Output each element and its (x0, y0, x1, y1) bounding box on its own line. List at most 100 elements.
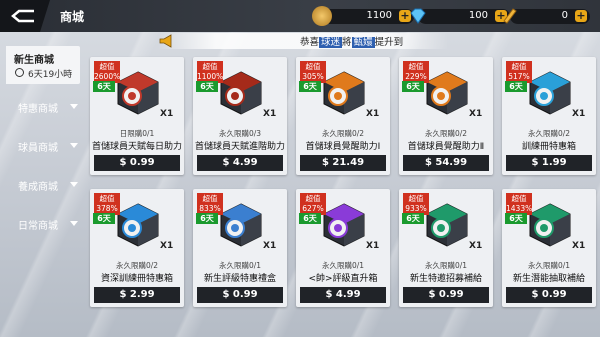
badge-label: 超值 (511, 62, 527, 71)
badge-label: 超值 (408, 194, 424, 203)
purchase-limit: 永久限購0/1 (321, 261, 365, 270)
sidebar-item-label: 特惠商城 (18, 104, 58, 115)
product-card[interactable]: 超值 229% 6天 X1 永久限購0/2 首儲球員覺醒助力Ⅱ $ 54.99 (399, 57, 493, 175)
buy-price-button[interactable]: $ 4.99 (300, 287, 386, 303)
page-title: 商城 (60, 10, 85, 24)
product-card[interactable]: 超值 1100% 6天 X1 永久限購0/3 首儲球員天賦進階助力 $ 4.99 (193, 57, 287, 175)
value-badge: 超值 833% (197, 193, 223, 215)
item-quantity: X1 (366, 109, 380, 119)
badge-label: 超值 (511, 194, 527, 203)
item-quantity: X1 (469, 241, 483, 251)
buy-price-button[interactable]: $ 54.99 (403, 155, 489, 171)
sidebar-item-label: 養成商城 (18, 182, 58, 193)
currency-ticket: 0 + (503, 8, 590, 24)
value-badge: 超值 305% (300, 61, 326, 83)
announcement-mid: 將 (342, 37, 352, 48)
purchase-limit: 日限購0/1 (119, 129, 155, 138)
buy-price-button[interactable]: $ 2.99 (94, 287, 180, 303)
product-card[interactable]: 超值 627% 6天 X1 永久限購0/1 <帥>評級直升箱 $ 4.99 (296, 189, 390, 307)
product-name: <帥>評級直升箱 (308, 274, 378, 284)
product-card[interactable]: 超值 833% 6天 X1 永久限購0/1 新生評級特惠禮盒 $ 0.99 (193, 189, 287, 307)
sidebar-item-label: 新生商城 (14, 55, 54, 66)
days-left-badge: 6天 (196, 213, 218, 224)
back-arrow-icon (11, 9, 34, 23)
item-quantity: X1 (263, 109, 277, 119)
announcement-item: 甄嬛 (351, 37, 375, 48)
chevron-down-icon (70, 182, 78, 187)
product-name: 新生潛能抽取補給 (512, 274, 585, 284)
product-card[interactable]: 超值 2600% 6天 X1 日限購0/1 首儲球員天賦每日助力 $ 0.99 (90, 57, 184, 175)
item-quantity: X1 (572, 241, 586, 251)
coin-value: 1100 (366, 10, 392, 21)
product-card[interactable]: 超值 517% 6天 X1 永久限購0/2 訓練冊特惠箱 $ 1.99 (502, 57, 596, 175)
value-badge: 超值 229% (403, 61, 429, 83)
buy-price-button[interactable]: $ 0.99 (94, 155, 180, 171)
buy-price-button[interactable]: $ 4.99 (197, 155, 283, 171)
value-badge: 超值 1100% (197, 61, 223, 83)
chevron-down-icon (70, 104, 78, 109)
countdown-timer: 6天19小時 (28, 70, 73, 80)
back-button[interactable] (0, 0, 50, 32)
item-quantity: X1 (469, 109, 483, 119)
chevron-down-icon (70, 143, 78, 148)
purchase-limit: 永久限購0/2 (321, 129, 365, 138)
purchase-limit: 永久限購0/1 (424, 261, 468, 270)
badge-label: 超值 (408, 62, 424, 71)
days-left-badge: 6天 (93, 81, 115, 92)
purchase-limit: 永久限購0/2 (424, 129, 468, 138)
product-card[interactable]: 超值 933% 6天 X1 永久限購0/1 新生特邀招募補給 $ 0.99 (399, 189, 493, 307)
product-card[interactable]: 超值 378% 6天 X1 永久限購0/2 資深訓練冊特惠箱 $ 2.99 (90, 189, 184, 307)
badge-label: 超值 (305, 62, 321, 71)
badge-label: 超值 (99, 62, 115, 71)
buy-price-button[interactable]: $ 1.99 (506, 155, 592, 171)
diamond-value: 100 (468, 10, 488, 21)
days-left-badge: 6天 (402, 213, 424, 224)
purchase-limit: 永久限購0/1 (218, 261, 262, 270)
purchase-limit: 永久限購0/2 (115, 261, 159, 270)
sidebar-item-newbie-shop[interactable]: 新生商城 6天19小時 (6, 46, 80, 84)
product-name: 資深訓練冊特惠箱 (100, 274, 173, 284)
days-left-badge: 6天 (505, 213, 527, 224)
product-card[interactable]: 超值 305% 6天 X1 永久限購0/2 首儲球員覺醒助力Ⅰ $ 21.49 (296, 57, 390, 175)
purchase-limit: 永久限購0/1 (527, 261, 571, 270)
badge-label: 超值 (305, 194, 321, 203)
buy-price-button[interactable]: $ 0.99 (403, 287, 489, 303)
product-card[interactable]: 超值 1433% 6天 X1 永久限購0/1 新生潛能抽取補給 $ 0.99 (502, 189, 596, 307)
badge-label: 超值 (202, 62, 218, 71)
product-name: 首儲球員覺醒助力Ⅱ (407, 142, 485, 152)
days-left-badge: 6天 (299, 213, 321, 224)
item-quantity: X1 (572, 109, 586, 119)
item-quantity: X1 (263, 241, 277, 251)
product-name: 訓練冊特惠箱 (521, 142, 576, 152)
coin-icon (312, 6, 332, 26)
value-badge: 超值 378% (94, 193, 120, 215)
clock-icon (15, 68, 24, 77)
days-left-badge: 6天 (196, 81, 218, 92)
badge-label: 超值 (99, 194, 115, 203)
diamond-icon (410, 8, 426, 24)
ticket-value: 0 (561, 10, 568, 21)
value-badge: 超值 1433% (506, 193, 532, 215)
announcement-suffix: 提升到 (374, 37, 404, 48)
ticket-icon (503, 8, 517, 24)
product-name: 新生特邀招募補給 (409, 274, 482, 284)
currency-coin: 1100 + (312, 6, 414, 26)
buy-price-button[interactable]: $ 0.99 (506, 287, 592, 303)
buy-price-button[interactable]: $ 21.49 (300, 155, 386, 171)
product-name: 新生評級特惠禮盒 (203, 274, 276, 284)
sidebar-item-label: 日常商城 (18, 221, 58, 232)
announcement-player: 球迷 (319, 37, 343, 48)
purchase-limit: 永久限購0/3 (218, 129, 262, 138)
add-ticket-button[interactable]: + (575, 10, 587, 22)
days-left-badge: 6天 (505, 81, 527, 92)
chevron-down-icon (70, 221, 78, 226)
buy-price-button[interactable]: $ 0.99 (197, 287, 283, 303)
top-bar: 商城 1100 + 100 + 0 + (0, 0, 600, 32)
item-quantity: X1 (160, 109, 174, 119)
value-badge: 超值 517% (506, 61, 532, 83)
sidebar-item-label: 球員商城 (18, 143, 58, 154)
megaphone-icon (159, 34, 172, 48)
announcement-text: 恭喜 球迷將甄嬛 提升到 (300, 34, 403, 48)
product-name: 首儲球員天賦每日助力 (91, 142, 182, 152)
product-name: 首儲球員天賦進階助力 (194, 142, 285, 152)
